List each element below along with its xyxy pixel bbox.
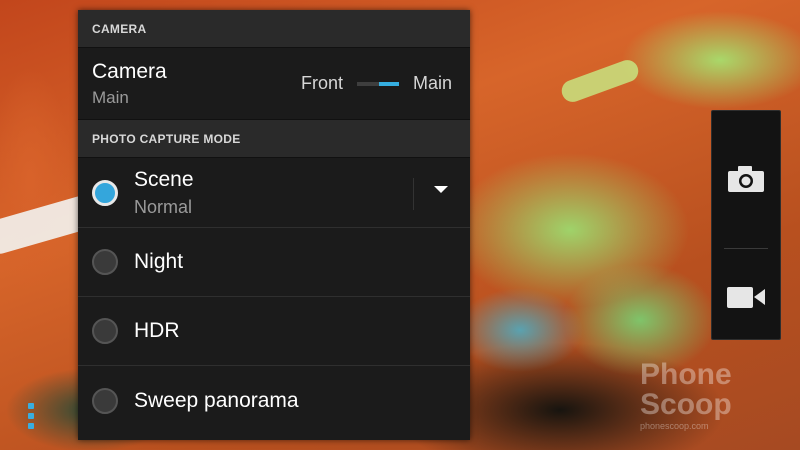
menu-dot [28, 413, 34, 419]
camera-setting-title: Camera [92, 59, 167, 83]
video-record-button[interactable] [712, 241, 780, 353]
mode-label-hdr: HDR [134, 319, 180, 342]
watermark-url: phonescoop.com [640, 421, 709, 431]
switch-label-front: Front [300, 73, 343, 93]
camera-select-text: Camera Main [92, 59, 167, 109]
video-camera-icon [727, 287, 765, 308]
radio-button[interactable] [92, 387, 118, 414]
scene-text: Scene Normal [134, 168, 194, 218]
photo-shutter-button[interactable] [712, 123, 780, 235]
front-main-switch[interactable]: Front Main [301, 73, 452, 94]
capture-mode-section-header: PHOTO CAPTURE MODE [78, 120, 470, 158]
mode-label-sweep-panorama: Sweep panorama [134, 388, 299, 412]
mode-label-scene: Scene [134, 167, 194, 191]
more-options-icon[interactable] [28, 403, 36, 429]
camera-setting-value: Main [92, 87, 129, 107]
switch-track[interactable] [356, 81, 399, 86]
mode-option-hdr[interactable]: HDR [78, 297, 470, 366]
mode-option-scene[interactable]: Scene Normal [78, 158, 470, 228]
menu-dot [28, 403, 34, 409]
shutter-bar [711, 110, 781, 340]
camera-settings-panel: CAMERA Camera Main Front Main PHOTO CAPT… [78, 10, 470, 440]
mode-option-sweep-panorama[interactable]: Sweep panorama [78, 366, 470, 435]
dropdown-arrow-icon[interactable] [434, 186, 448, 193]
camera-icon [728, 166, 764, 192]
mode-option-night[interactable]: Night [78, 228, 470, 297]
menu-dot [28, 423, 34, 429]
watermark-logo: Phone Scoop phonescoop.com [640, 360, 790, 440]
switch-thumb[interactable] [378, 81, 399, 86]
radio-button[interactable] [92, 249, 118, 275]
camera-select-row[interactable]: Camera Main Front Main [78, 48, 470, 120]
scene-value: Normal [134, 196, 193, 217]
radio-button-selected[interactable] [92, 179, 118, 206]
viewfinder-highlight [558, 56, 642, 106]
radio-button[interactable] [92, 318, 118, 344]
dropdown-divider [413, 178, 414, 210]
mode-label-night: Night [134, 250, 184, 273]
watermark-brand: Phone Scoop [640, 358, 732, 421]
camera-section-header: CAMERA [78, 10, 470, 48]
switch-label-main: Main [412, 73, 452, 93]
